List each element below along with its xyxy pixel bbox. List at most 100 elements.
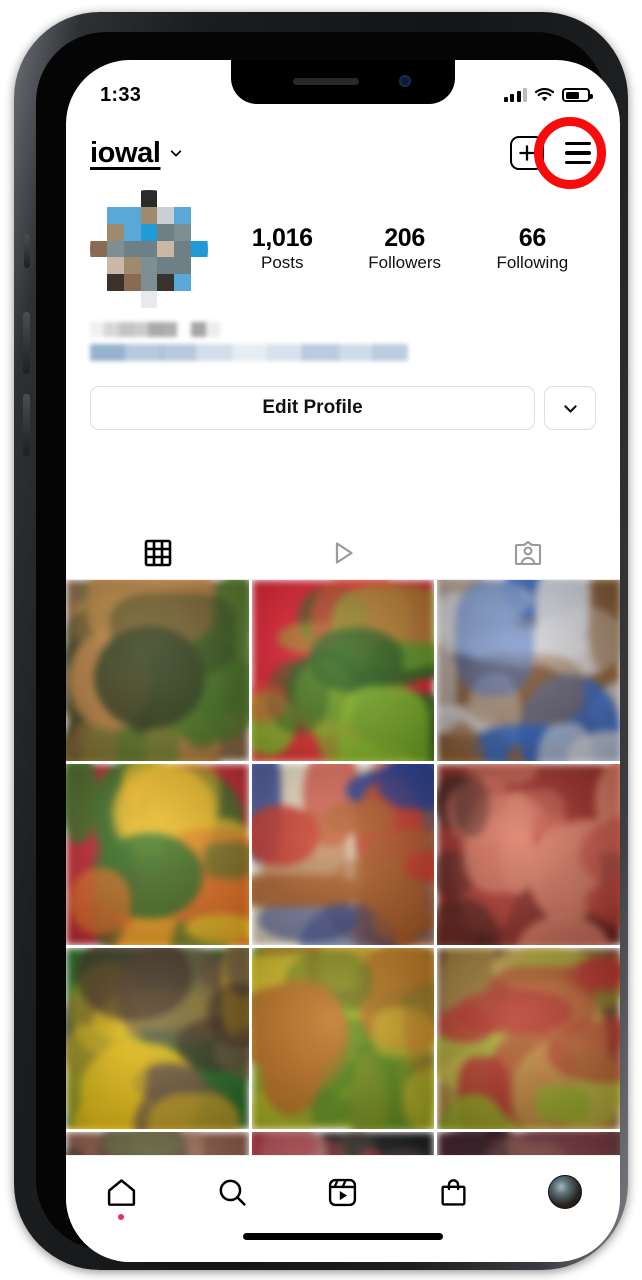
avatar-pixel bbox=[191, 274, 208, 292]
grid-photo[interactable] bbox=[66, 948, 249, 1129]
nav-search[interactable] bbox=[203, 1168, 261, 1216]
avatar-pixel bbox=[140, 291, 158, 308]
avatar-pixel bbox=[123, 206, 141, 224]
stat-following[interactable]: 66 Following bbox=[496, 224, 568, 275]
avatar-pixel bbox=[191, 206, 208, 224]
stat-followers[interactable]: 206 Followers bbox=[368, 224, 441, 275]
avatar-pixel bbox=[174, 223, 192, 241]
avatar-pixel bbox=[123, 240, 141, 258]
blur-segment bbox=[162, 322, 178, 337]
tab-grid[interactable] bbox=[66, 526, 251, 579]
grid-photo[interactable] bbox=[66, 1132, 249, 1155]
nav-home[interactable] bbox=[92, 1168, 150, 1220]
volume-up-button[interactable] bbox=[23, 312, 30, 374]
photo-thumbnail bbox=[66, 1132, 249, 1155]
profile-section: 1,016 Posts 206 Followers 66 Following E… bbox=[66, 190, 620, 430]
home-icon bbox=[107, 1178, 136, 1206]
bottom-navigation-bar bbox=[66, 1155, 620, 1262]
avatar-pixel bbox=[191, 257, 208, 275]
grid-photo[interactable] bbox=[66, 580, 249, 761]
grid-photo[interactable] bbox=[251, 1132, 435, 1155]
avatar-pixel bbox=[191, 223, 208, 241]
blur-segment bbox=[196, 344, 234, 361]
bio-link-blurred bbox=[90, 344, 408, 361]
volume-down-button[interactable] bbox=[23, 394, 30, 456]
phone-screen: 1:33 iowal 1,016 Posts 206 Followers 66 … bbox=[66, 60, 620, 1262]
photo-shading bbox=[437, 948, 620, 1129]
status-time: 1:33 bbox=[100, 83, 142, 106]
battery-icon bbox=[562, 88, 593, 102]
photo-shading bbox=[437, 580, 620, 761]
username-dropdown[interactable]: iowal bbox=[90, 137, 183, 170]
grid-photo[interactable] bbox=[251, 948, 435, 1129]
avatar-pixel bbox=[123, 190, 141, 207]
blur-segment bbox=[372, 344, 408, 361]
photo-shading bbox=[251, 1132, 435, 1155]
profile-avatar[interactable] bbox=[90, 190, 208, 308]
photo-thumbnail bbox=[66, 764, 249, 945]
photo-thumbnail bbox=[437, 764, 620, 945]
nav-reels[interactable] bbox=[314, 1168, 372, 1216]
avatar-pixel bbox=[123, 257, 141, 275]
grid-photo[interactable] bbox=[66, 764, 249, 945]
tab-reels[interactable] bbox=[251, 526, 436, 579]
photo-shading bbox=[66, 948, 249, 1129]
avatar-pixel bbox=[174, 206, 192, 224]
nav-shop[interactable] bbox=[425, 1168, 483, 1216]
blur-segment bbox=[90, 322, 106, 337]
grid-photo[interactable] bbox=[437, 764, 620, 945]
silent-switch[interactable] bbox=[24, 234, 30, 268]
avatar-pixel bbox=[106, 274, 124, 292]
avatar-pixel bbox=[157, 291, 175, 308]
chevron-down-icon bbox=[170, 150, 181, 157]
hamburger-menu-button[interactable] bbox=[558, 133, 598, 173]
grid-photo[interactable] bbox=[437, 1132, 620, 1155]
grid-photo[interactable] bbox=[251, 764, 435, 945]
avatar-pixel bbox=[106, 257, 124, 275]
profile-bio bbox=[66, 308, 620, 361]
earpiece-speaker bbox=[293, 78, 359, 85]
home-indicator bbox=[243, 1233, 443, 1240]
blur-segment bbox=[266, 344, 304, 361]
blur-segment bbox=[147, 322, 163, 337]
grid-photo[interactable] bbox=[251, 580, 435, 761]
avatar-pixel bbox=[106, 291, 124, 308]
stat-posts[interactable]: 1,016 Posts bbox=[252, 224, 313, 275]
avatar-pixel bbox=[140, 240, 158, 258]
avatar-pixel bbox=[157, 190, 175, 207]
tab-tagged[interactable] bbox=[435, 526, 620, 579]
avatar-pixel bbox=[90, 223, 107, 241]
edit-profile-button[interactable]: Edit Profile bbox=[90, 386, 535, 430]
avatar-pixel bbox=[157, 223, 175, 241]
cellular-bars-icon bbox=[503, 88, 527, 102]
profile-more-options-button[interactable] bbox=[544, 386, 596, 430]
photo-thumbnail bbox=[437, 580, 620, 761]
avatar-pixel bbox=[106, 190, 124, 207]
profile-actions: Edit Profile bbox=[66, 368, 620, 430]
avatar-pixel bbox=[140, 257, 158, 275]
plus-icon bbox=[519, 145, 535, 161]
avatar-pixel bbox=[106, 206, 124, 224]
avatar-pixel bbox=[90, 240, 107, 258]
profile-tabs bbox=[66, 526, 620, 580]
stat-following-label: Following bbox=[496, 253, 569, 273]
blur-segment bbox=[302, 344, 340, 361]
stat-following-value: 66 bbox=[518, 223, 547, 252]
grid-photo[interactable] bbox=[437, 948, 620, 1129]
nav-profile[interactable] bbox=[536, 1168, 594, 1216]
avatar-pixel bbox=[106, 240, 124, 258]
stat-posts-label: Posts bbox=[260, 253, 304, 273]
photo-shading bbox=[437, 1132, 620, 1155]
bio-display-name-blurred bbox=[90, 322, 220, 337]
avatar-pixel bbox=[123, 291, 141, 308]
header-actions bbox=[510, 117, 606, 189]
avatar-pixel bbox=[123, 223, 141, 241]
device-bezel: 1:33 iowal 1,016 Posts 206 Followers 66 … bbox=[36, 32, 620, 1262]
blur-segment bbox=[90, 344, 128, 361]
stat-followers-value: 206 bbox=[384, 223, 426, 252]
new-post-button[interactable] bbox=[510, 136, 544, 170]
blur-segment bbox=[104, 322, 120, 337]
blur-segment bbox=[133, 322, 149, 337]
profile-header: iowal bbox=[66, 116, 620, 190]
grid-photo[interactable] bbox=[437, 580, 620, 761]
